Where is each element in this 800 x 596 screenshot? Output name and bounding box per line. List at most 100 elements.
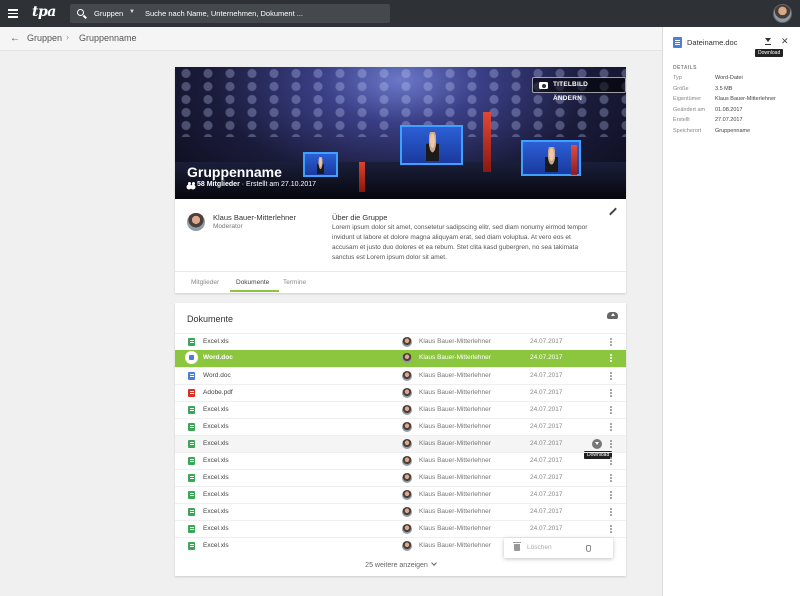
document-row[interactable]: Excel.xls Klaus Bauer-Mitterlehner 24.07.2… (175, 333, 626, 350)
file-name[interactable]: Excel.xls (203, 474, 229, 481)
file-name[interactable]: Excel.xls (203, 542, 229, 549)
xls-file-icon (188, 457, 195, 465)
delete-menu-item[interactable]: Löschen (527, 544, 552, 551)
cloud-upload-icon[interactable] (607, 312, 618, 319)
file-date: 24.07.2017 (530, 474, 563, 481)
more-vert-icon[interactable] (609, 457, 612, 466)
file-name[interactable]: Word.doc (203, 372, 231, 379)
owner-name[interactable]: Klaus Bauer-Mitterlehner (419, 423, 491, 430)
document-row[interactable]: Excel.xls Klaus Bauer-Mitterlehner 24.07.2… (175, 486, 626, 503)
more-vert-icon[interactable] (609, 525, 612, 534)
owner-name[interactable]: Klaus Bauer-Mitterlehner (419, 338, 491, 345)
owner-name[interactable]: Klaus Bauer-Mitterlehner (419, 354, 491, 361)
file-name[interactable]: Excel.xls (203, 423, 229, 430)
owner-name[interactable]: Klaus Bauer-Mitterlehner (419, 457, 491, 464)
edit-icon[interactable] (609, 208, 617, 216)
owner-name[interactable]: Klaus Bauer-Mitterlehner (419, 525, 491, 532)
owner-name[interactable]: Klaus Bauer-Mitterlehner (419, 491, 491, 498)
back-arrow-icon[interactable]: ← (10, 33, 20, 44)
more-vert-icon[interactable] (609, 406, 612, 415)
owner-name[interactable]: Klaus Bauer-Mitterlehner (419, 542, 491, 549)
file-name[interactable]: Excel.xls (203, 440, 229, 447)
detail-value: Klaus Bauer-Mitterlehner (715, 96, 776, 102)
breadcrumb-current: Gruppenname (79, 33, 137, 43)
owner-name[interactable]: Klaus Bauer-Mitterlehner (419, 474, 491, 481)
chevron-right-icon: › (66, 32, 69, 42)
search-icon[interactable] (77, 9, 84, 16)
owner-name[interactable]: Klaus Bauer-Mitterlehner (419, 508, 491, 515)
more-vert-icon[interactable] (609, 508, 612, 517)
document-row[interactable]: Excel.xls Klaus Bauer-Mitterlehner 24.07.2… (175, 418, 626, 435)
more-vert-icon[interactable] (609, 338, 612, 347)
more-vert-icon[interactable] (609, 354, 612, 363)
tab-events[interactable]: Termine (283, 279, 306, 286)
tab-documents[interactable]: Dokumente (236, 279, 269, 286)
document-row[interactable]: Excel.xls Klaus Bauer-Mitterlehner 24.07.2… (175, 520, 626, 537)
file-name[interactable]: Excel.xls (203, 338, 229, 345)
owner-avatar (402, 524, 412, 534)
file-date: 24.07.2017 (530, 508, 563, 515)
file-name[interactable]: Excel.xls (203, 525, 229, 532)
detail-key: Geändert am (673, 106, 706, 113)
download-icon[interactable] (592, 439, 602, 449)
owner-avatar (402, 439, 412, 449)
moderator-avatar[interactable] (187, 213, 205, 231)
more-vert-icon[interactable] (609, 491, 612, 500)
document-row[interactable]: Word.doc Klaus Bauer-Mitterlehner 24.07.20… (175, 367, 626, 384)
document-row[interactable]: Excel.xls Klaus Bauer-Mitterlehner 24.07.2… (175, 503, 626, 520)
breadcrumb-parent[interactable]: Gruppen (27, 33, 62, 43)
app-logo[interactable]: tpa (32, 4, 56, 20)
menu-icon[interactable] (8, 9, 18, 18)
owner-avatar (402, 388, 412, 398)
file-name[interactable]: Excel.xls (203, 491, 229, 498)
xls-file-icon (188, 440, 195, 448)
file-name[interactable]: Excel.xls (203, 406, 229, 413)
document-row[interactable]: Excel.xls Klaus Bauer-Mitterlehner 24.07.2… (175, 469, 626, 486)
owner-name[interactable]: Klaus Bauer-Mitterlehner (419, 440, 491, 447)
file-name[interactable]: Excel.xls (203, 457, 229, 464)
search-input[interactable] (145, 6, 385, 21)
document-row[interactable]: Excel.xls Klaus Bauer-Mitterlehner 24.07.2… (175, 435, 626, 459)
detail-key: Größe (673, 85, 689, 92)
file-date: 24.07.2017 (530, 457, 563, 464)
document-row[interactable]: Adobe.pdf Klaus Bauer-Mitterlehner 24.07.2… (175, 384, 626, 401)
chevron-down-icon (430, 560, 437, 566)
chevron-down-icon[interactable]: ▼ (129, 9, 135, 15)
file-name[interactable]: Adobe.pdf (203, 389, 233, 396)
detail-key: Erstellt (673, 117, 690, 123)
search-bar: Gruppen ▼ (70, 4, 390, 23)
file-name[interactable]: Excel.xls (203, 508, 229, 515)
file-name[interactable]: Word.doc (203, 354, 233, 361)
document-row[interactable]: Excel.xls Klaus Bauer-Mitterlehner 24.07.2… (175, 401, 626, 418)
change-cover-button[interactable]: TITELBILD ÄNDERN (532, 77, 626, 102)
owner-name[interactable]: Klaus Bauer-Mitterlehner (419, 389, 491, 396)
cover-image: TITELBILD ÄNDERN Gruppenname 58 Mitglied… (175, 67, 626, 199)
download-icon[interactable] (765, 38, 771, 45)
more-vert-icon[interactable] (609, 389, 612, 398)
detail-key: Eigentümer (673, 96, 702, 102)
camera-icon (539, 82, 548, 89)
tab-members[interactable]: Mitglieder (191, 279, 219, 286)
search-scope-select[interactable]: Gruppen (94, 9, 123, 18)
owner-avatar (402, 473, 412, 483)
moderator-name[interactable]: Klaus Bauer-Mitterlehner (213, 213, 296, 222)
close-icon[interactable]: ✕ (781, 36, 789, 47)
document-row[interactable]: Word.doc Klaus Bauer-Mitterlehner 24.07.20… (175, 350, 626, 367)
details-file-name: Dateiname.doc (687, 38, 738, 47)
document-row[interactable]: Excel.xls Klaus Bauer-Mitterlehner 24.07.2… (175, 452, 626, 469)
more-vert-icon[interactable] (609, 440, 612, 449)
more-vert-icon[interactable] (609, 423, 612, 432)
more-vert-icon[interactable] (609, 474, 612, 483)
documents-title: Dokumente (187, 314, 234, 324)
owner-name[interactable]: Klaus Bauer-Mitterlehner (419, 372, 491, 379)
more-vert-icon[interactable] (609, 372, 612, 381)
detail-value: 27.07.2017 (715, 117, 743, 123)
file-date: 24.07.2017 (530, 372, 563, 379)
file-date: 24.07.2017 (530, 423, 563, 430)
member-count[interactable]: 58 Mitglieder (197, 181, 240, 188)
xls-file-icon (188, 491, 195, 499)
user-avatar[interactable] (773, 4, 792, 23)
owner-name[interactable]: Klaus Bauer-Mitterlehner (419, 406, 491, 413)
show-more-button[interactable]: 25 weitere anzeigen (175, 560, 626, 569)
file-date: 24.07.2017 (530, 389, 563, 396)
